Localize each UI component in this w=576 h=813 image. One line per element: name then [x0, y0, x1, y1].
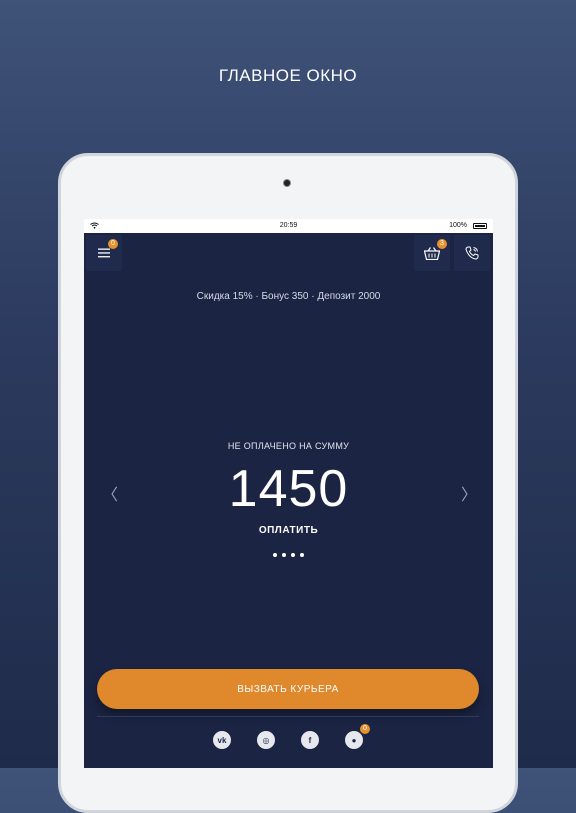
app-screen: 20:59 100% 0 3 Скидка 15% · Бонус 350 · …	[84, 219, 493, 768]
chat-notification-badge: 0	[360, 724, 370, 734]
battery-percent: 100%	[449, 222, 467, 229]
call-courier-button[interactable]: ВЫЗВАТЬ КУРЬЕРА	[97, 669, 479, 709]
battery-icon	[473, 223, 487, 229]
menu-notification-badge: 0	[108, 239, 118, 249]
cart-button[interactable]: 3	[414, 235, 450, 271]
page-dot	[300, 553, 304, 557]
unpaid-amount-value: 1450	[228, 460, 349, 518]
status-bar: 20:59 100%	[84, 219, 493, 233]
cart-count-badge: 3	[437, 239, 447, 249]
footer-divider	[97, 716, 479, 717]
pay-button[interactable]: ОПЛАТИТЬ	[84, 525, 493, 536]
hamburger-menu-icon	[98, 248, 110, 258]
status-time: 20:59	[279, 222, 298, 229]
page-dot	[291, 553, 295, 557]
instagram-icon[interactable]: ◎	[257, 731, 275, 749]
tablet-camera	[284, 180, 290, 186]
chat-icon[interactable]: ●	[345, 731, 363, 749]
call-button[interactable]	[454, 235, 490, 271]
page-dot	[273, 553, 277, 557]
basket-icon	[424, 246, 440, 260]
unpaid-amount-label: НЕ ОПЛАЧЕНО НА СУММУ	[227, 441, 350, 451]
page-headline: ГЛАВНОЕ ОКНО	[218, 66, 358, 85]
facebook-icon[interactable]: f	[301, 731, 319, 749]
menu-button[interactable]: 0	[86, 235, 122, 271]
vk-icon[interactable]: vk	[213, 731, 231, 749]
page-indicator	[84, 544, 493, 562]
page-dot	[282, 553, 286, 557]
discount-bonus-deposit-info: Скидка 15% · Бонус 350 · Депозит 2000	[196, 291, 381, 302]
phone-icon	[465, 246, 479, 260]
top-bar: 0 3	[84, 233, 493, 273]
